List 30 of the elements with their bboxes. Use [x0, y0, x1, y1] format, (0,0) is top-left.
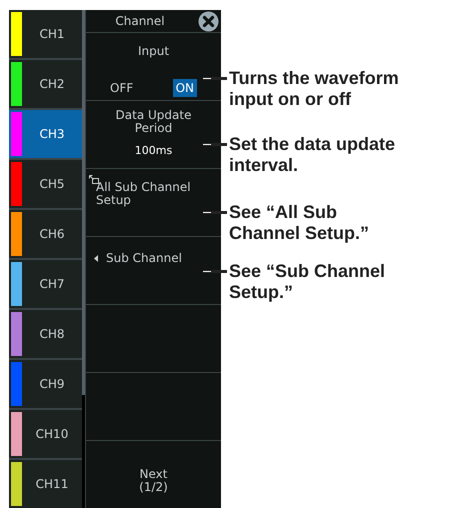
- menu-label: Input: [136, 43, 170, 60]
- channel-tab[interactable]: CH6: [9, 210, 82, 258]
- menu-label: Data Update Period: [114, 109, 192, 135]
- channel-tab[interactable]: CH8: [9, 310, 82, 358]
- leader-line: [203, 270, 227, 273]
- channel-tab[interactable]: CH3: [9, 110, 82, 158]
- callout-text: Turns the waveform input on or off: [229, 68, 400, 110]
- channel-tab[interactable]: CH9: [9, 360, 82, 408]
- channel-tab[interactable]: CH1: [9, 10, 82, 58]
- menu-label: Sub Channel: [106, 250, 182, 267]
- callout-text: See “All Sub Channel Setup.”: [229, 202, 370, 244]
- menu-title: Channel: [114, 13, 166, 30]
- toggle-option[interactable]: OFF: [107, 79, 136, 97]
- menu-label: All Sub Channel Setup: [96, 181, 192, 207]
- channel-tab[interactable]: CH11: [9, 460, 82, 508]
- channel-tab[interactable]: CH7: [9, 260, 82, 308]
- callout-text: See “Sub Channel Setup.”: [229, 261, 386, 303]
- left-triangle-icon: [94, 254, 98, 262]
- input-toggle[interactable]: Input OFF ON: [86, 33, 221, 101]
- toggle-option[interactable]: ON: [172, 79, 197, 97]
- leader-line: [203, 77, 227, 80]
- channel-tab[interactable]: CH5: [9, 160, 82, 208]
- close-icon[interactable]: [198, 11, 219, 32]
- channel-tab[interactable]: CH2: [9, 60, 82, 108]
- leader-line: [203, 211, 227, 214]
- next-page-button[interactable]: Next (1/2): [86, 441, 221, 508]
- channel-tab[interactable]: CH10: [9, 410, 82, 458]
- callout-text: Set the data update interval.: [229, 134, 396, 176]
- leader-line: [203, 143, 227, 146]
- menu-value: 100ms: [134, 143, 172, 159]
